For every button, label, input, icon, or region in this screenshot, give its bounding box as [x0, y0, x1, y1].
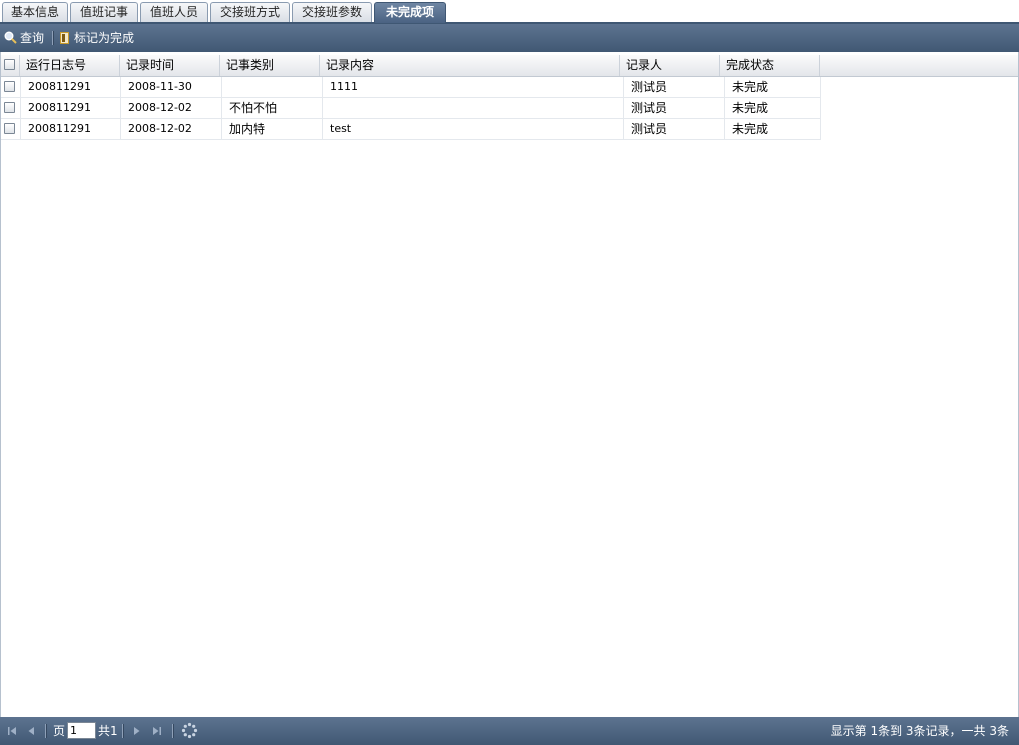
cell-log-no: 200811291 — [21, 77, 121, 97]
mark-done-button[interactable]: 标记为完成 — [60, 29, 134, 47]
cell-content — [323, 98, 624, 118]
cell-recorder: 测试员 — [624, 119, 725, 139]
column-header-time[interactable]: 记录时间 — [120, 55, 220, 76]
cell-time: 2008-12-02 — [121, 119, 222, 139]
tab-duty-notes[interactable]: 值班记事 — [70, 2, 138, 22]
document-icon — [60, 32, 69, 44]
cell-status: 未完成 — [725, 119, 821, 139]
table-row[interactable]: 200811291 2008-11-30 1111 测试员 未完成 — [1, 77, 821, 98]
cell-content: 1111 — [323, 77, 624, 97]
cell-category: 不怕不怕 — [222, 98, 323, 118]
header-checkbox-cell — [1, 55, 20, 76]
toolbar-separator — [52, 31, 54, 45]
pagination-bar: 页 共1 显示第 1条到 3条记录，一共 3条 — [0, 717, 1019, 745]
total-pages-label: 共1 — [98, 724, 118, 738]
search-icon — [4, 31, 17, 44]
pager-separator — [172, 724, 174, 738]
column-header-status[interactable]: 完成状态 — [720, 55, 820, 76]
query-button[interactable]: 查询 — [4, 29, 44, 47]
cell-status: 未完成 — [725, 98, 821, 118]
cell-content: test — [323, 119, 624, 139]
next-page-icon[interactable] — [130, 724, 144, 738]
pager-separator — [122, 724, 124, 738]
tab-unfinished-items[interactable]: 未完成项 — [374, 2, 446, 23]
row-checkbox[interactable] — [4, 123, 15, 134]
table-row[interactable]: 200811291 2008-12-02 加内特 test 测试员 未完成 — [1, 119, 821, 140]
refresh-icon[interactable] — [181, 722, 198, 739]
page-label: 页 — [53, 724, 66, 738]
query-label: 查询 — [20, 31, 45, 45]
row-checkbox-cell — [1, 119, 21, 139]
pager-separator — [45, 724, 47, 738]
column-header-category[interactable]: 记事类别 — [220, 55, 320, 76]
first-page-icon[interactable] — [5, 724, 19, 738]
record-count-info: 显示第 1条到 3条记录，一共 3条 — [830, 724, 1009, 738]
row-checkbox-cell — [1, 77, 21, 97]
grid-header: 运行日志号 记录时间 记事类别 记录内容 记录人 完成状态 — [1, 55, 1018, 77]
cell-recorder: 测试员 — [624, 77, 725, 97]
page-number-input[interactable] — [67, 722, 96, 739]
tab-strip: 基本信息 值班记事 值班人员 交接班方式 交接班参数 未完成项 — [0, 0, 1019, 24]
cell-time: 2008-11-30 — [121, 77, 222, 97]
cell-category — [222, 77, 323, 97]
column-header-recorder[interactable]: 记录人 — [620, 55, 720, 76]
row-checkbox[interactable] — [4, 102, 15, 113]
tab-basic-info[interactable]: 基本信息 — [2, 2, 68, 22]
row-checkbox-cell — [1, 98, 21, 118]
cell-time: 2008-12-02 — [121, 98, 222, 118]
toolbar: 查询 标记为完成 — [0, 24, 1019, 52]
prev-page-icon[interactable] — [24, 724, 38, 738]
select-all-checkbox[interactable] — [4, 59, 15, 70]
cell-recorder: 测试员 — [624, 98, 725, 118]
mark-done-label: 标记为完成 — [74, 31, 135, 45]
column-header-log-no[interactable]: 运行日志号 — [20, 55, 120, 76]
cell-log-no: 200811291 — [21, 119, 121, 139]
tab-duty-staff[interactable]: 值班人员 — [140, 2, 208, 22]
column-header-content[interactable]: 记录内容 — [320, 55, 620, 76]
records-grid: 运行日志号 记录时间 记事类别 记录内容 记录人 完成状态 200811291 … — [0, 52, 1019, 717]
cell-status: 未完成 — [725, 77, 821, 97]
tab-handover-method[interactable]: 交接班方式 — [210, 2, 290, 22]
tab-handover-params[interactable]: 交接班参数 — [292, 2, 372, 22]
cell-log-no: 200811291 — [21, 98, 121, 118]
row-checkbox[interactable] — [4, 81, 15, 92]
cell-category: 加内特 — [222, 119, 323, 139]
last-page-icon[interactable] — [150, 724, 164, 738]
table-row[interactable]: 200811291 2008-12-02 不怕不怕 测试员 未完成 — [1, 98, 821, 119]
